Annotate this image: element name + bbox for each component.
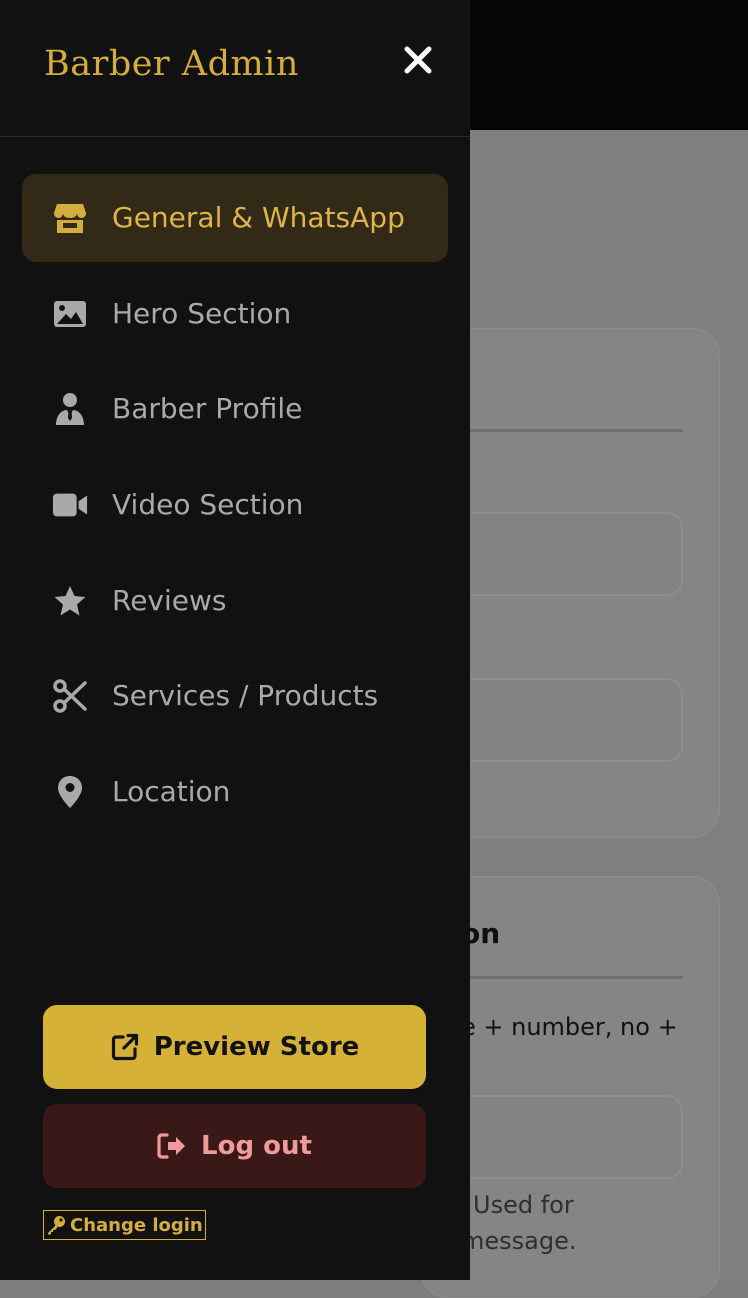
sidebar-nav: General & WhatsApp Hero Section Barber P… — [22, 174, 448, 844]
field-label: e + number, no + — [461, 1013, 678, 1041]
star-icon — [52, 583, 88, 619]
change-login-link[interactable]: Change login — [43, 1210, 206, 1240]
close-button[interactable] — [398, 40, 438, 80]
sidebar-item-services[interactable]: Services / Products — [22, 652, 448, 740]
sidebar-item-video[interactable]: Video Section — [22, 461, 448, 549]
store-icon — [52, 200, 88, 236]
sidebar-item-label: Hero Section — [112, 296, 292, 330]
map-pin-icon — [52, 774, 88, 810]
sidebar-item-label: Video Section — [112, 488, 304, 522]
brand-title: Barber Admin — [44, 44, 299, 84]
drawer-header: Barber Admin — [0, 0, 470, 137]
sidebar-item-label: Reviews — [112, 583, 227, 617]
sidebar-item-label: Services / Products — [112, 679, 379, 713]
image-icon — [52, 296, 88, 332]
sidebar-item-general[interactable]: General & WhatsApp — [22, 174, 448, 262]
help-text-line2: message. — [461, 1227, 577, 1255]
video-icon — [52, 487, 88, 523]
sidebar-item-label: General & WhatsApp — [112, 201, 405, 234]
sidebar-item-label: Barber Profile — [112, 392, 303, 426]
logout-button[interactable]: Log out — [43, 1104, 426, 1188]
sidebar-item-reviews[interactable]: Reviews — [22, 557, 448, 645]
preview-store-button[interactable]: Preview Store — [43, 1005, 426, 1089]
logout-icon — [157, 1133, 186, 1159]
admin-drawer: Barber Admin General & WhatsApp Hero Sec… — [0, 0, 470, 1280]
sidebar-item-location[interactable]: Location — [22, 748, 448, 836]
sidebar-item-label: Location — [112, 775, 231, 809]
preview-store-label: Preview Store — [153, 1032, 360, 1062]
help-text-line1: Used for — [473, 1191, 574, 1219]
key-icon — [48, 1216, 65, 1235]
close-icon — [404, 46, 432, 74]
scissors-icon — [52, 678, 88, 714]
sidebar-item-barber-profile[interactable]: Barber Profile — [22, 365, 448, 453]
change-login-label: Change login — [70, 1214, 203, 1236]
sidebar-item-hero[interactable]: Hero Section — [22, 270, 448, 358]
logout-label: Log out — [201, 1131, 312, 1161]
user-tie-icon — [52, 391, 88, 427]
external-link-icon — [111, 1033, 138, 1061]
